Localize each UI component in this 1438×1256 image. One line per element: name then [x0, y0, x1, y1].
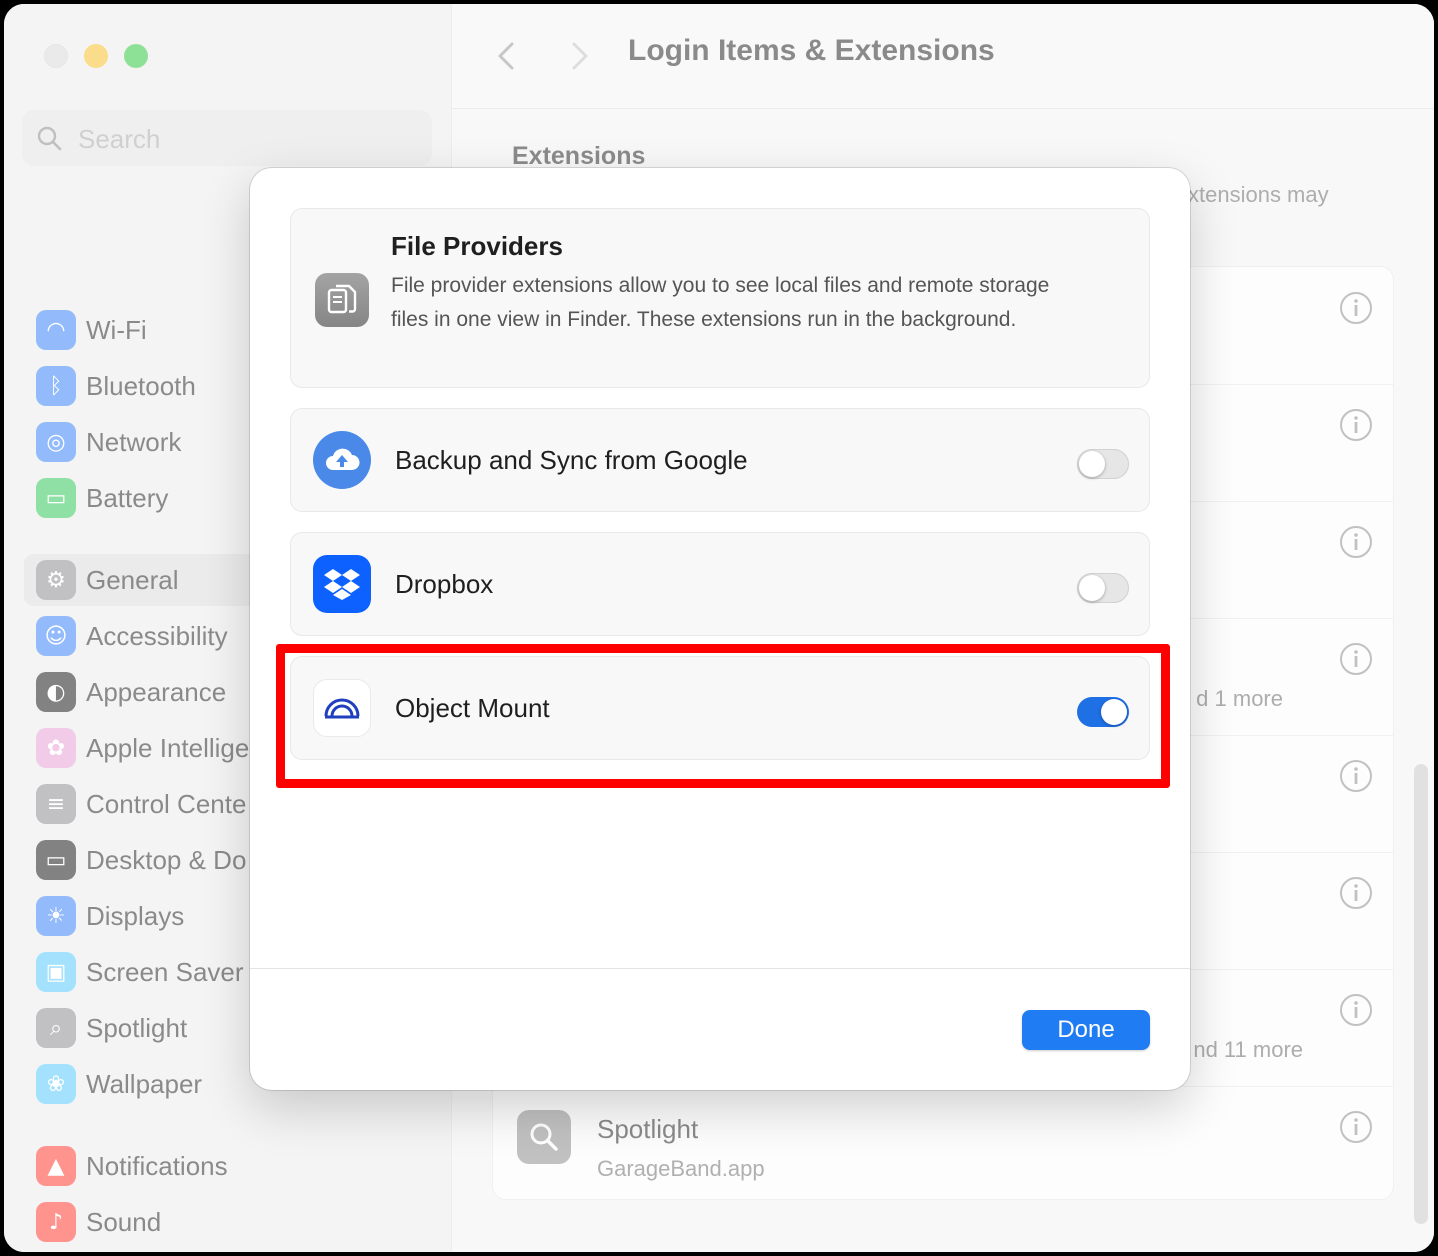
google-backup-icon	[313, 431, 371, 489]
sheet-divider	[250, 968, 1190, 969]
file-providers-header: File Providers File provider extensions …	[290, 208, 1150, 388]
toggle-knob	[1079, 451, 1105, 477]
dropbox-icon	[313, 555, 371, 613]
file-providers-description: File provider extensions allow you to se…	[391, 274, 1050, 331]
app-name: Dropbox	[395, 569, 494, 599]
file-providers-icon	[315, 273, 369, 327]
app-row-google-backup: Backup and Sync from Google	[290, 408, 1150, 512]
app-row-dropbox: Dropbox	[290, 532, 1150, 636]
highlight-box	[276, 644, 1170, 788]
toggle-knob	[1079, 575, 1105, 601]
file-providers-sheet: File Providers File provider extensions …	[250, 168, 1190, 1090]
toggle-dropbox[interactable]	[1077, 573, 1129, 603]
done-button[interactable]: Done	[1022, 1010, 1150, 1050]
app-name: Backup and Sync from Google	[395, 445, 748, 475]
toggle-google-backup[interactable]	[1077, 449, 1129, 479]
file-providers-title: File Providers	[391, 231, 563, 261]
documents-icon	[327, 284, 357, 314]
